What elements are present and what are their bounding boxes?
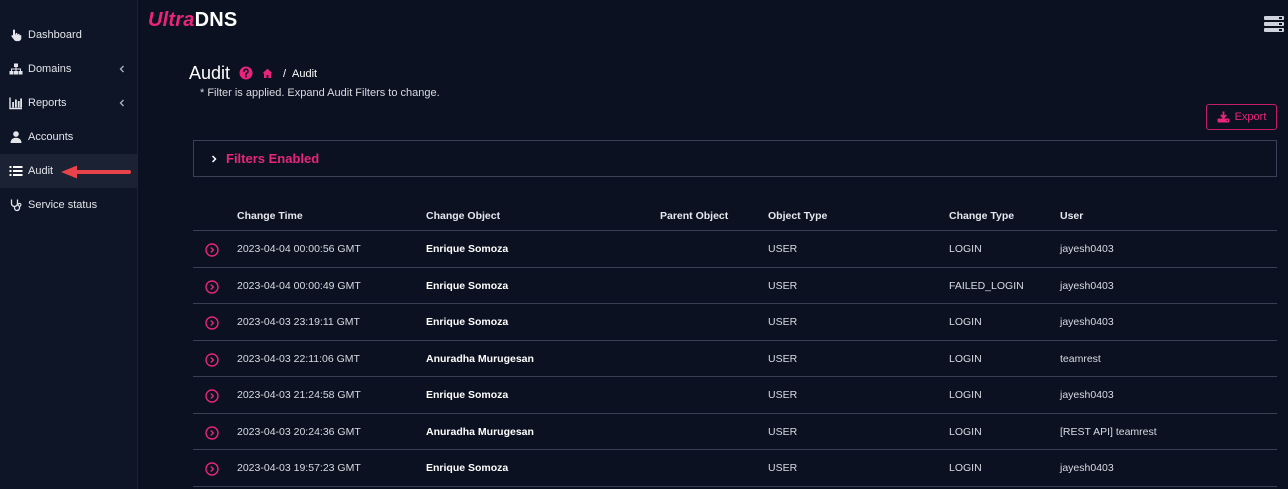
cell-user: teamrest [1060,352,1101,365]
sidebar-item-label: Service status [28,199,98,211]
table-row[interactable]: 2023-04-03 21:24:58 GMT Enrique Somoza U… [193,377,1277,414]
column-header-user[interactable]: User [1060,210,1083,222]
expand-row-icon[interactable] [205,462,219,476]
download-icon [1217,111,1230,123]
column-header-change-object[interactable]: Change Object [426,210,500,222]
filter-note: * Filter is applied. Expand Audit Filter… [200,87,440,99]
logo-prefix: Ultra [148,9,195,31]
logo-suffix: DNS [194,9,238,31]
cell-change-type: LOGIN [949,425,982,438]
cell-user: jayesh0403 [1060,279,1114,292]
user-icon [10,131,22,143]
column-header-parent-object[interactable]: Parent Object [660,210,728,222]
cell-user: jayesh0403 [1060,389,1114,401]
column-header-change-type[interactable]: Change Type [949,210,1014,222]
stethoscope-icon [10,199,22,212]
table-row[interactable]: 2023-04-04 00:00:49 GMT Enrique Somoza U… [193,268,1277,304]
sidebar-item-accounts[interactable]: Accounts [0,120,137,154]
sidebar-item-dashboard[interactable]: Dashboard [0,18,137,52]
cell-user: jayesh0403 [1060,243,1114,255]
expand-row-icon[interactable] [205,352,219,367]
menu-stack-icon[interactable] [1264,16,1284,32]
cell-object-type: USER [768,352,798,365]
table-row[interactable]: 2023-04-03 19:57:23 GMT Enrique Somoza U… [193,450,1277,487]
cell-change-time: 2023-04-03 23:19:11 GMT [237,316,360,328]
chevron-right-icon [211,154,217,163]
expand-row-icon[interactable] [205,316,219,330]
page-title: Audit [189,63,231,83]
cell-change-object: Enrique Somoza [426,389,509,401]
sitemap-icon [9,63,23,75]
column-header-object-type[interactable]: Object Type [768,210,827,222]
chevron-left-icon [119,65,124,73]
cell-object-type: USER [768,462,798,474]
cell-change-time: 2023-04-03 21:24:58 GMT [237,389,361,401]
cell-object-type: USER [768,389,798,401]
sidebar-item-label: Reports [28,97,67,109]
cell-object-type: USER [768,316,798,328]
app-logo[interactable]: UltraDNS [148,9,237,32]
cell-change-object: Anuradha Murugesan [426,352,534,365]
cell-change-type: LOGIN [949,462,982,474]
breadcrumb-separator: / [283,68,287,80]
cell-change-time: 2023-04-04 00:00:56 GMT [237,243,361,255]
cell-change-type: LOGIN [949,389,982,401]
filters-title: Filters Enabled [226,151,320,166]
cell-change-type: LOGIN [949,316,982,328]
expand-row-icon[interactable] [205,279,219,294]
sidebar-item-label: Audit [28,165,54,177]
cell-user: [REST API] teamrest [1060,425,1157,438]
export-button[interactable]: Export [1206,104,1277,130]
sidebar-item-label: Accounts [28,131,74,143]
column-header-change-time[interactable]: Change Time [237,210,303,222]
cell-object-type: USER [768,279,798,292]
help-icon[interactable] [239,66,253,80]
table-row[interactable]: 2023-04-03 23:19:11 GMT Enrique Somoza U… [193,304,1277,341]
cell-change-time: 2023-04-03 20:24:36 GMT [237,425,361,438]
list-icon [9,166,23,176]
sidebar-item-label: Domains [28,63,72,75]
sidebar: Dashboard Domains Reports Accounts Audit… [0,0,138,489]
table-row[interactable]: 2023-04-03 22:11:06 GMT Anuradha Muruges… [193,341,1277,377]
cell-change-type: LOGIN [949,243,982,255]
expand-row-icon[interactable] [205,243,219,257]
cell-user: jayesh0403 [1060,316,1114,328]
cell-object-type: USER [768,243,798,255]
hand-pointer-icon [11,29,22,42]
filters-panel[interactable]: Filters Enabled [193,140,1277,177]
sidebar-item-service-status[interactable]: Service status [0,188,137,222]
table-row[interactable]: 2023-04-04 00:00:56 GMT Enrique Somoza U… [193,231,1277,268]
sidebar-item-reports[interactable]: Reports [0,86,137,120]
cell-change-object: Enrique Somoza [426,316,509,328]
cell-object-type: USER [768,425,798,438]
cell-change-object: Enrique Somoza [426,279,509,292]
cell-user: jayesh0403 [1060,462,1114,474]
cell-change-object: Enrique Somoza [426,243,509,255]
breadcrumb-current: Audit [292,68,318,80]
pointer-arrow-annotation-icon [61,165,131,179]
home-icon[interactable] [262,68,273,79]
expand-row-icon[interactable] [205,389,219,403]
cell-change-object: Enrique Somoza [426,462,509,474]
table-row[interactable]: 2023-04-03 20:24:36 GMT Anuradha Muruges… [193,414,1277,450]
table-header-row: Change Time Change Object Parent Object … [193,199,1277,231]
cell-change-time: 2023-04-03 19:57:23 GMT [237,462,361,474]
cell-change-type: LOGIN [949,352,982,365]
cell-change-type: FAILED_LOGIN [949,279,1024,292]
chevron-left-icon [119,99,124,107]
expand-row-icon[interactable] [205,425,219,440]
sidebar-item-domains[interactable]: Domains [0,52,137,86]
export-label: Export [1234,111,1267,123]
bar-chart-icon [9,97,22,110]
audit-table: Change Time Change Object Parent Object … [193,199,1277,487]
cell-change-time: 2023-04-03 22:11:06 GMT [237,352,360,365]
cell-change-object: Anuradha Murugesan [426,425,534,438]
sidebar-item-label: Dashboard [28,29,82,41]
cell-change-time: 2023-04-04 00:00:49 GMT [237,279,361,292]
